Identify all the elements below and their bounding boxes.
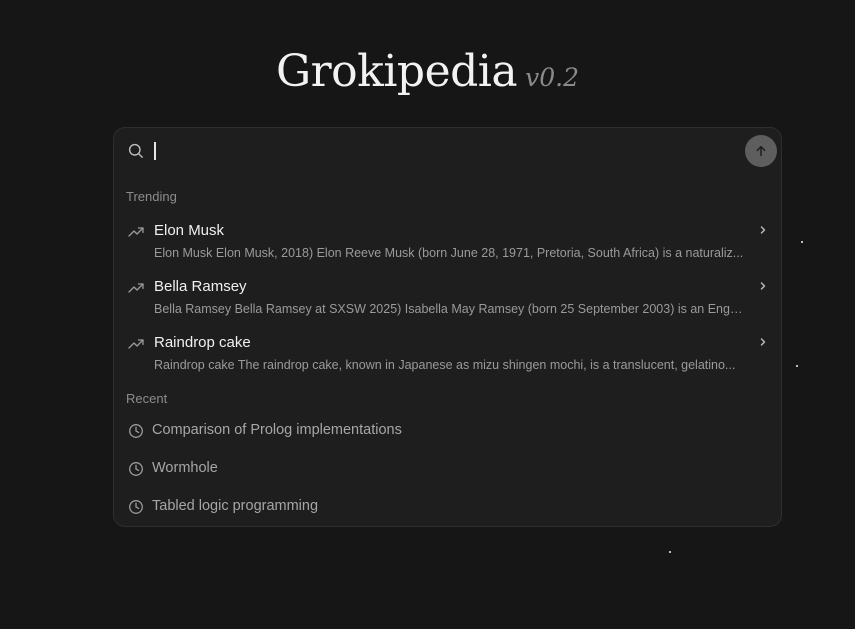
arrow-up-icon — [756, 145, 766, 157]
trending-item-title: Elon Musk — [154, 222, 225, 239]
text-caret — [154, 142, 156, 160]
site-title: Grokipedia — [276, 46, 518, 97]
recent-heading: Recent — [126, 391, 168, 406]
background-star — [796, 365, 798, 367]
search-input[interactable] — [153, 139, 733, 163]
trending-item-title: Bella Ramsey — [154, 278, 247, 295]
trending-up-icon — [128, 283, 144, 293]
brand-header: Grokipedia v0.2 — [0, 46, 855, 97]
recent-item-tabled-logic[interactable]: Tabled logic programming — [114, 491, 781, 521]
search-icon — [128, 143, 143, 158]
search-panel: Trending Elon Musk Elon Musk Elon Musk, … — [113, 127, 782, 527]
chevron-right-icon — [760, 226, 766, 234]
trending-item-snippet: Bella Ramsey Bella Ramsey at SXSW 2025) … — [154, 302, 744, 316]
recent-item-prolog[interactable]: Comparison of Prolog implementations — [114, 415, 781, 445]
clock-icon — [129, 500, 143, 514]
background-star — [669, 551, 671, 553]
recent-item-wormhole[interactable]: Wormhole — [114, 453, 781, 483]
trending-item-title: Raindrop cake — [154, 334, 251, 351]
page: Grokipedia v0.2 Trending Elon Musk Elon … — [0, 0, 855, 629]
trending-item-snippet: Elon Musk Elon Musk, 2018) Elon Reeve Mu… — [154, 246, 744, 260]
background-star — [801, 241, 803, 243]
chevron-right-icon — [760, 282, 766, 290]
clock-icon — [129, 462, 143, 476]
trending-up-icon — [128, 227, 144, 237]
trending-item-snippet: Raindrop cake The raindrop cake, known i… — [154, 358, 736, 372]
clock-icon — [129, 424, 143, 438]
recent-item-label: Comparison of Prolog implementations — [152, 422, 402, 438]
recent-item-label: Tabled logic programming — [152, 498, 319, 514]
trending-item-elon-musk[interactable]: Elon Musk Elon Musk Elon Musk, 2018) Elo… — [114, 220, 781, 270]
submit-button[interactable] — [745, 135, 777, 167]
trending-item-bella-ramsey[interactable]: Bella Ramsey Bella Ramsey Bella Ramsey a… — [114, 276, 781, 326]
trending-item-raindrop-cake[interactable]: Raindrop cake Raindrop cake The raindrop… — [114, 332, 781, 382]
trending-up-icon — [128, 339, 144, 349]
site-version: v0.2 — [525, 63, 579, 92]
recent-item-label: Wormhole — [152, 460, 218, 476]
chevron-right-icon — [760, 338, 766, 346]
search-bar — [114, 128, 781, 174]
trending-heading: Trending — [126, 189, 177, 204]
